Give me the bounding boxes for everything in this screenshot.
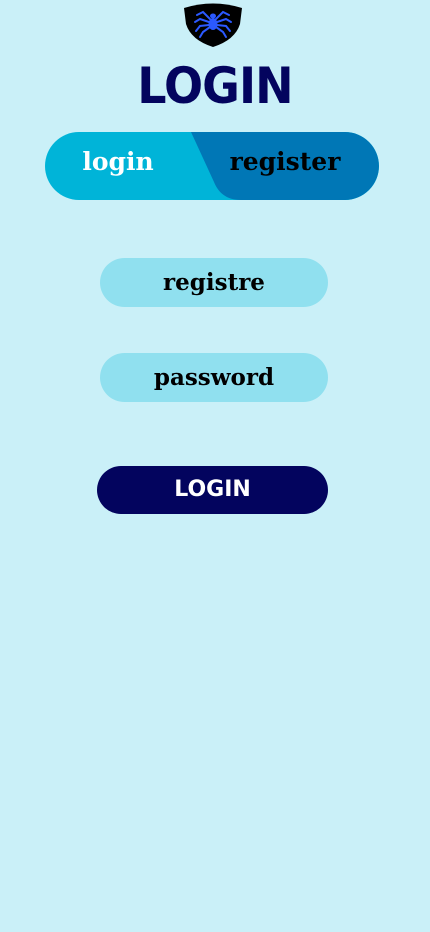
registre-input[interactable] (100, 258, 328, 307)
page-title: LOGIN (137, 57, 293, 115)
login-button[interactable]: LOGIN (97, 466, 328, 514)
password-input[interactable] (100, 353, 328, 402)
spider-shield-logo (184, 3, 242, 47)
login-register-toggle: login register (45, 132, 379, 200)
tab-login[interactable]: login (45, 132, 191, 192)
tab-register[interactable]: register (215, 132, 355, 192)
